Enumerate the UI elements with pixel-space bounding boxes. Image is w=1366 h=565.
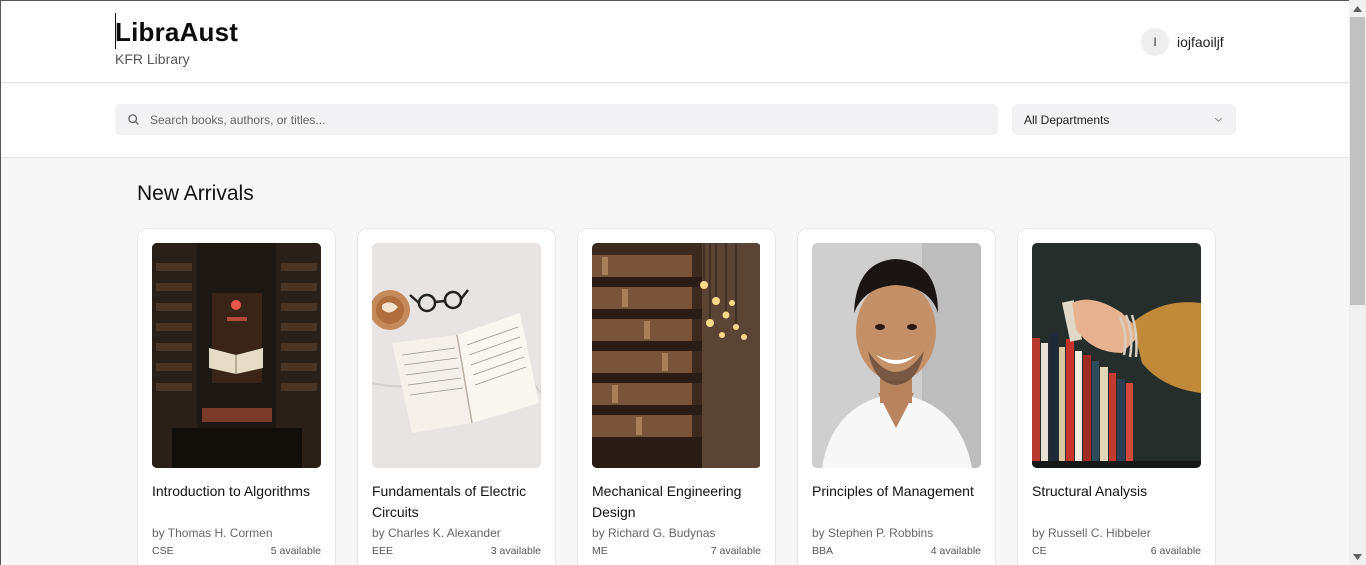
book-department: ME bbox=[592, 545, 608, 557]
book-card[interactable]: Introduction to Algorithms by Thomas H. … bbox=[137, 228, 336, 565]
book-meta: CSE 5 available bbox=[152, 545, 321, 557]
book-availability: 5 available bbox=[270, 545, 321, 557]
bookshelf-lights-image[interactable] bbox=[592, 243, 761, 468]
section-title: New Arrivals bbox=[137, 182, 254, 205]
portrait-man-image[interactable] bbox=[812, 243, 981, 468]
book-availability: 7 available bbox=[710, 545, 761, 557]
book-meta: EEE 3 available bbox=[372, 545, 541, 557]
vertical-scrollbar[interactable] bbox=[1349, 0, 1366, 565]
scroll-down-arrow-icon[interactable] bbox=[1349, 548, 1366, 565]
book-author: by Charles K. Alexander bbox=[372, 526, 501, 540]
search-input[interactable] bbox=[150, 112, 950, 127]
book-author: by Russell C. Hibbeler bbox=[1032, 526, 1151, 540]
top-header: LibraAust KFR Library I iojfaoiljf bbox=[1, 1, 1349, 83]
book-meta: ME 7 available bbox=[592, 545, 761, 557]
avatar[interactable]: I bbox=[1141, 28, 1169, 56]
app-subtitle: KFR Library bbox=[115, 51, 190, 67]
book-author: by Thomas H. Cormen bbox=[152, 526, 273, 540]
user-menu[interactable]: I iojfaoiljf bbox=[1141, 28, 1224, 56]
book-title[interactable]: Fundamentals of Electric Circuits bbox=[372, 481, 547, 523]
book-author: by Stephen P. Robbins bbox=[812, 526, 934, 540]
book-card[interactable]: Mechanical Engineering Design by Richard… bbox=[577, 228, 776, 565]
book-card[interactable]: Fundamentals of Electric Circuits by Cha… bbox=[357, 228, 556, 565]
text-cursor bbox=[115, 13, 116, 49]
book-department: EEE bbox=[372, 545, 394, 557]
book-title[interactable]: Principles of Management bbox=[812, 481, 987, 502]
app-page: LibraAust KFR Library I iojfaoiljf All D… bbox=[0, 0, 1349, 565]
search-icon bbox=[128, 114, 139, 125]
brand: LibraAust KFR Library bbox=[115, 13, 238, 67]
scrollbar-thumb[interactable] bbox=[1350, 17, 1365, 305]
search-box[interactable] bbox=[115, 104, 998, 135]
hand-picking-book-image[interactable] bbox=[1032, 243, 1201, 468]
book-department: CE bbox=[1032, 545, 1047, 557]
library-tunnel-image[interactable] bbox=[152, 243, 321, 468]
book-title[interactable]: Structural Analysis bbox=[1032, 481, 1207, 502]
book-availability: 4 available bbox=[930, 545, 981, 557]
book-availability: 6 available bbox=[1150, 545, 1201, 557]
book-department: CSE bbox=[152, 545, 174, 557]
department-select-value: All Departments bbox=[1024, 112, 1110, 127]
chevron-down-icon bbox=[1214, 117, 1223, 122]
username[interactable]: iojfaoiljf bbox=[1177, 34, 1224, 50]
department-select[interactable]: All Departments bbox=[1012, 104, 1236, 135]
book-department: BBA bbox=[812, 545, 834, 557]
book-card[interactable]: Structural Analysis by Russell C. Hibbel… bbox=[1017, 228, 1216, 565]
book-card[interactable]: Principles of Management by Stephen P. R… bbox=[797, 228, 996, 565]
book-author: by Richard G. Budynas bbox=[592, 526, 716, 540]
search-bar: All Departments bbox=[1, 84, 1349, 158]
scroll-up-arrow-icon[interactable] bbox=[1349, 0, 1366, 17]
open-book-coffee-image[interactable] bbox=[372, 243, 541, 468]
book-availability: 3 available bbox=[490, 545, 541, 557]
book-title[interactable]: Introduction to Algorithms bbox=[152, 481, 327, 502]
book-meta: CE 6 available bbox=[1032, 545, 1201, 557]
book-title[interactable]: Mechanical Engineering Design bbox=[592, 481, 767, 523]
app-title[interactable]: LibraAust bbox=[115, 17, 238, 47]
book-meta: BBA 4 available bbox=[812, 545, 981, 557]
book-list: Introduction to Algorithms by Thomas H. … bbox=[137, 228, 1216, 565]
